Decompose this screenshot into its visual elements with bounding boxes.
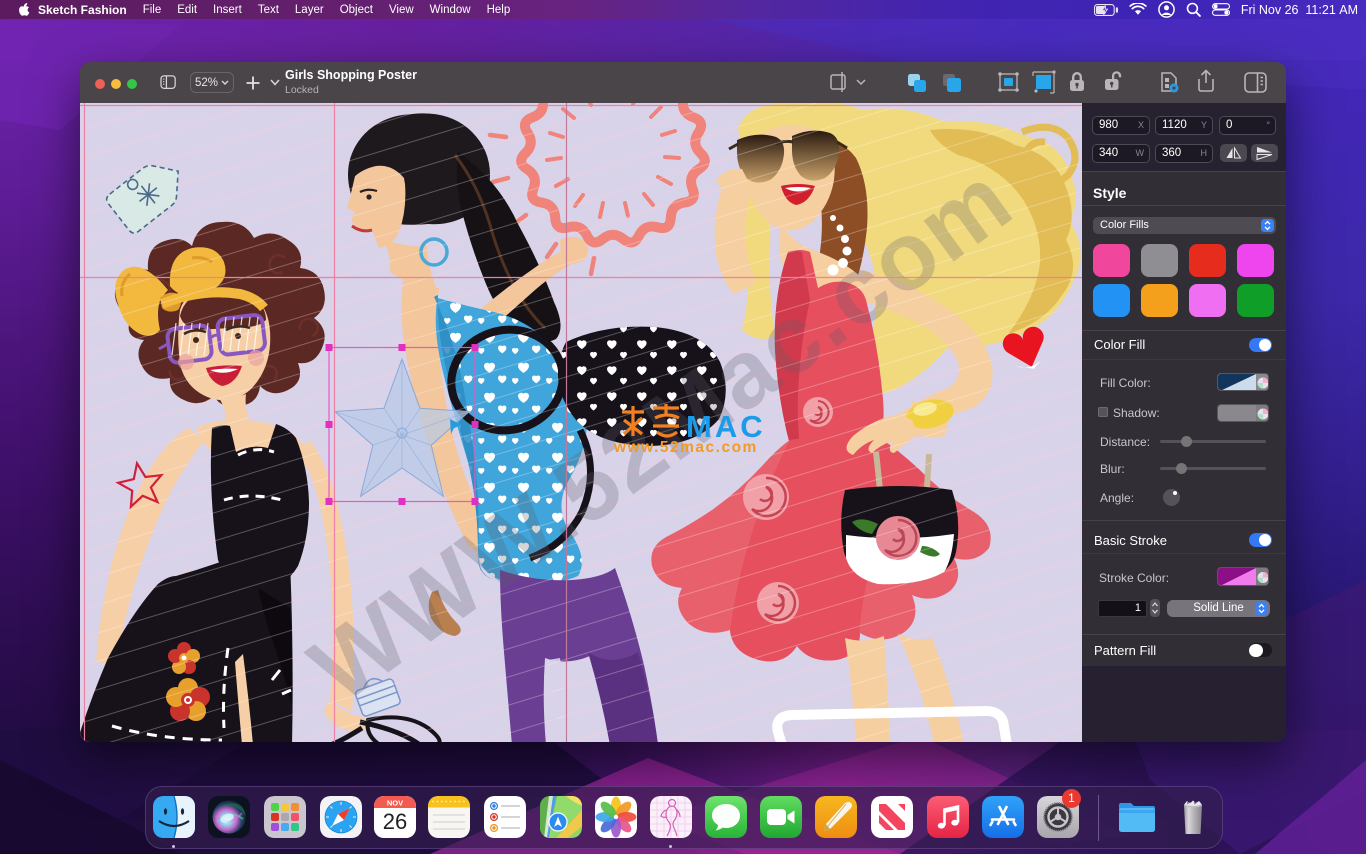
svg-text:26: 26 [383, 809, 407, 834]
svg-text:www.52mac.com: www.52mac.com [613, 439, 758, 456]
svg-text:NOV: NOV [387, 799, 403, 808]
